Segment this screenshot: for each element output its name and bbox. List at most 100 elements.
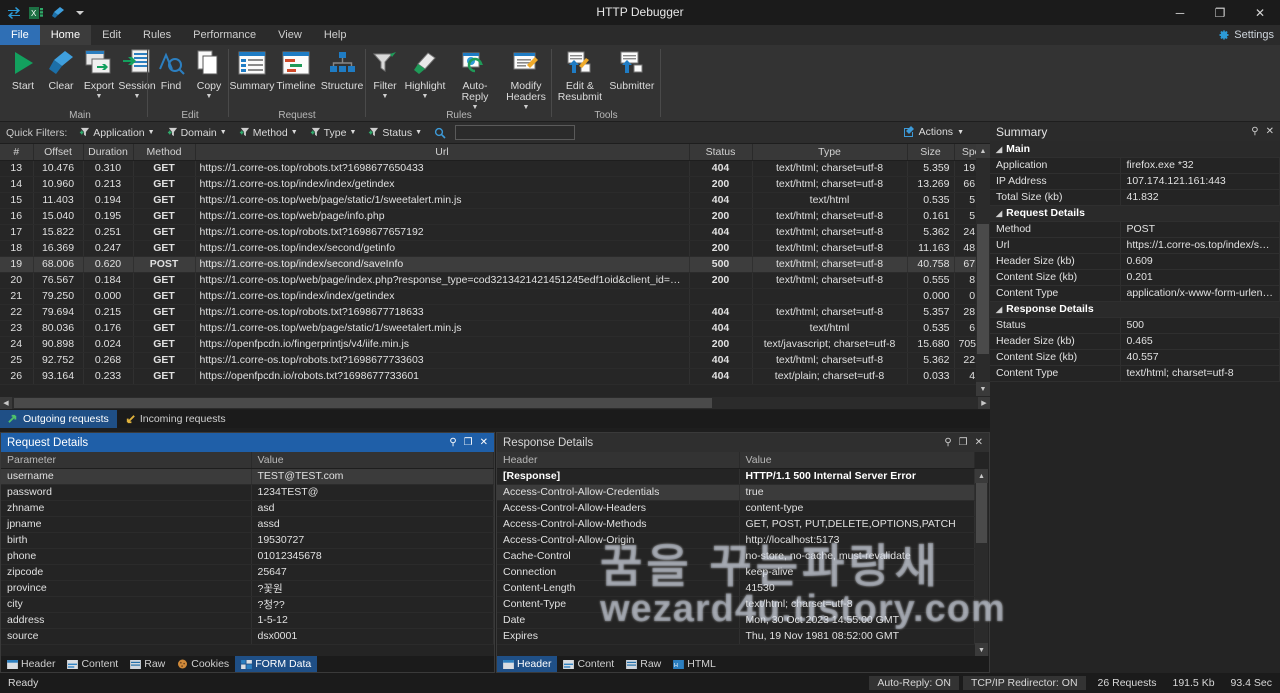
column-header-type[interactable]: Type — [752, 144, 908, 161]
ribbon-tab-rules[interactable]: Rules — [132, 25, 182, 45]
request-param-row[interactable]: jpname assd — [1, 516, 494, 533]
collapse-triangle-icon[interactable]: ◢ — [996, 145, 1002, 154]
request-param-row[interactable]: source dsx0001 — [1, 628, 494, 645]
submitter-button[interactable]: Submitter — [606, 45, 658, 92]
chevron-down-icon[interactable]: ▼ — [382, 93, 389, 101]
requests-grid[interactable]: # Offset Duration Method Url Status Type… — [0, 144, 1001, 408]
scroll-left-icon[interactable]: ◀ — [0, 397, 12, 409]
quick-filter-status[interactable]: Status ▼ — [362, 127, 428, 139]
actions-button[interactable]: Actions ▼ — [903, 126, 964, 138]
table-row[interactable]: 16 15.040 0.195 GET https://1.corre-os.top/w… — [0, 208, 1001, 225]
req-tab-form-data[interactable]: FORM Data — [235, 656, 318, 672]
clear-button[interactable]: Clear — [42, 45, 80, 92]
chevron-down-icon[interactable]: ▼ — [148, 129, 155, 136]
column-header-value[interactable]: Value — [739, 452, 975, 469]
summary-row[interactable]: Content Type text/html; charset=utf-8 — [990, 365, 1280, 382]
pin-icon[interactable]: ⚲ — [449, 437, 456, 448]
request-param-row[interactable]: phone 01012345678 — [1, 548, 494, 565]
table-row[interactable]: 17 15.822 0.251 GET https://1.corre-os.top/r… — [0, 224, 1001, 241]
table-row[interactable]: 14 10.960 0.213 GET https://1.corre-os.top/i… — [0, 176, 1001, 193]
column-header-method[interactable]: Method — [133, 144, 196, 161]
response-header-row[interactable]: Access-Control-Allow-Origin http://localh… — [497, 532, 975, 549]
tab-outgoing-requests[interactable]: Outgoing requests — [0, 410, 117, 428]
close-icon[interactable]: ✕ — [1266, 126, 1274, 137]
ribbon-tab-file[interactable]: File — [0, 25, 40, 45]
chevron-down-icon[interactable]: ▼ — [422, 93, 429, 101]
collapse-triangle-icon[interactable]: ◢ — [996, 209, 1002, 218]
request-param-row[interactable]: city ?청?? — [1, 596, 494, 613]
structure-button[interactable]: Structure — [318, 45, 366, 92]
request-param-row[interactable]: password 1234TEST@ — [1, 484, 494, 501]
request-param-row[interactable]: province ?꽃원 — [1, 580, 494, 597]
chevron-down-icon[interactable]: ▼ — [415, 129, 422, 136]
table-row[interactable]: 18 16.369 0.247 GET https://1.corre-os.top/i… — [0, 240, 1001, 257]
find-button[interactable]: Find — [152, 45, 190, 92]
req-tab-raw[interactable]: Raw — [124, 656, 171, 672]
resp-tab-raw[interactable]: Raw — [620, 656, 667, 672]
column-header-offset[interactable]: Offset — [33, 144, 84, 161]
column-header-parameter[interactable]: Parameter — [1, 452, 252, 469]
req-tab-cookies[interactable]: Cookies — [171, 656, 235, 672]
ribbon-tab-help[interactable]: Help — [313, 25, 358, 45]
summary-row[interactable]: Method POST — [990, 221, 1280, 238]
response-header-row[interactable]: Connection keep-alive — [497, 564, 975, 581]
scroll-down-icon[interactable]: ▼ — [976, 382, 990, 396]
chevron-down-icon[interactable]: ▼ — [349, 129, 356, 136]
session-button[interactable]: Session ▼ — [118, 45, 156, 101]
column-header-value[interactable]: Value — [251, 452, 494, 469]
filter-button[interactable]: Filter ▼ — [368, 45, 402, 101]
scrollbar-thumb[interactable] — [976, 483, 987, 543]
timeline-button[interactable]: Timeline — [274, 45, 318, 92]
summary-row[interactable]: Header Size (kb) 0.609 — [990, 253, 1280, 270]
quick-filter-method[interactable]: Method ▼ — [233, 127, 304, 139]
request-param-row[interactable]: birth 19530727 — [1, 532, 494, 549]
summary-row[interactable]: IP Address 107.174.121.161:443 — [990, 173, 1280, 190]
summary-group-row[interactable]: ◢ Request Details — [990, 205, 1280, 222]
request-param-row[interactable]: zhname asd — [1, 500, 494, 517]
summary-group-row[interactable]: ◢ Response Details — [990, 301, 1280, 318]
summary-row[interactable]: Total Size (kb) 41.832 — [990, 189, 1280, 206]
summary-row[interactable]: Header Size (kb) 0.465 — [990, 333, 1280, 350]
scroll-up-icon[interactable]: ▲ — [976, 144, 990, 158]
table-row[interactable]: 25 92.752 0.268 GET https://1.corre-os.top/r… — [0, 352, 1001, 369]
request-param-row[interactable]: zipcode 25647 — [1, 564, 494, 581]
response-header-row[interactable]: Expires Thu, 19 Nov 1981 08:52:00 GMT — [497, 628, 975, 645]
pin-icon[interactable]: ⚲ — [944, 437, 951, 448]
response-header-row[interactable]: Content-Type text/html; charset=utf-8 — [497, 596, 975, 613]
request-param-row[interactable]: username TEST@TEST.com — [1, 468, 494, 485]
response-header-row[interactable]: Date Mon, 30 Oct 2023 14:55:00 GMT — [497, 612, 975, 629]
response-header-row[interactable]: Access-Control-Allow-Headers content-type — [497, 500, 975, 517]
tab-incoming-requests[interactable]: Incoming requests — [117, 410, 234, 428]
column-header-status[interactable]: Status — [689, 144, 753, 161]
summary-row[interactable]: Status 500 — [990, 317, 1280, 334]
minimize-button[interactable]: ─ — [1160, 0, 1200, 25]
chevron-down-icon[interactable]: ▼ — [220, 129, 227, 136]
collapse-triangle-icon[interactable]: ◢ — [996, 305, 1002, 314]
response-header-row[interactable]: Content-Length 41530 — [497, 580, 975, 597]
request-param-row[interactable]: address 1-5-12 — [1, 612, 494, 629]
resp-tab-header[interactable]: Header — [497, 656, 558, 672]
table-row[interactable]: 19 68.006 0.620 POST https://1.corre-os.top/… — [0, 256, 1001, 273]
maximize-button[interactable]: ❐ — [1200, 0, 1240, 25]
table-row[interactable]: 20 76.567 0.184 GET https://1.corre-os.top/w… — [0, 272, 1001, 289]
resp-tab-html[interactable]: H HTML — [667, 656, 722, 672]
ribbon-tab-view[interactable]: View — [267, 25, 313, 45]
chevron-down-icon[interactable]: ▼ — [291, 129, 298, 136]
settings-button[interactable]: Settings — [1218, 27, 1274, 43]
grid-horizontal-scrollbar[interactable]: ◀ ▶ — [0, 397, 990, 409]
column-header-num[interactable]: # — [0, 144, 34, 161]
table-row[interactable]: 26 93.164 0.233 GET https://openfpcdn.io/rob… — [0, 368, 1001, 385]
table-row[interactable]: 21 79.250 0.000 GET https://1.corre-os.top/i… — [0, 288, 1001, 305]
summary-row[interactable]: Content Type application/x-www-form-urlen… — [990, 285, 1280, 302]
chevron-down-icon[interactable]: ▼ — [206, 93, 213, 101]
response-header-row[interactable]: [Response] HTTP/1.1 500 Internal Server E… — [497, 468, 975, 485]
ribbon-tab-home[interactable]: Home — [39, 25, 92, 45]
table-row[interactable]: 13 10.476 0.310 GET https://1.corre-os.top/r… — [0, 160, 1001, 177]
ribbon-tab-edit[interactable]: Edit — [91, 25, 132, 45]
column-header-size[interactable]: Size — [907, 144, 955, 161]
pin-icon[interactable]: ⚲ — [1251, 126, 1258, 137]
column-header-header[interactable]: Header — [497, 452, 740, 469]
scroll-up-icon[interactable]: ▲ — [975, 469, 988, 483]
search-input[interactable] — [455, 125, 576, 140]
maximize-icon[interactable]: ❐ — [464, 437, 473, 448]
